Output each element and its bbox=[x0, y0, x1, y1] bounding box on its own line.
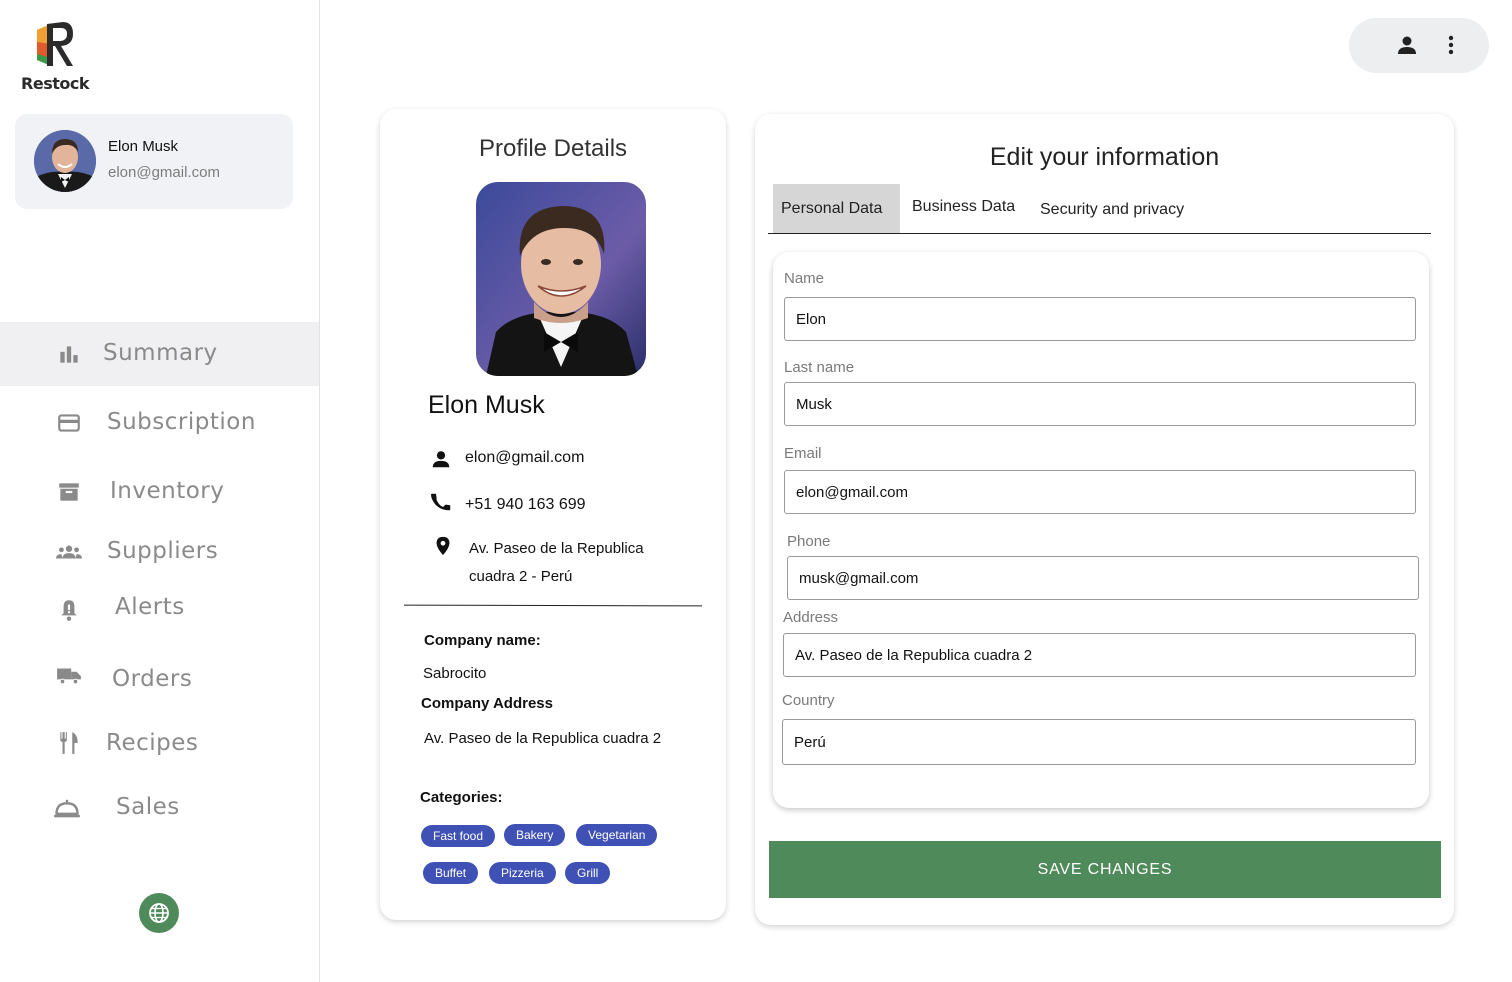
name-field[interactable] bbox=[784, 297, 1416, 341]
address-label: Address bbox=[783, 609, 839, 626]
bell-alert-icon bbox=[61, 600, 77, 621]
profile-photo bbox=[476, 182, 646, 376]
tab-personal-data[interactable]: Personal Data bbox=[773, 184, 900, 234]
truck-icon bbox=[57, 668, 81, 685]
account-icon[interactable] bbox=[1395, 33, 1419, 57]
sidebar-item-label: Subscription bbox=[107, 409, 256, 435]
edit-title: Edit your information bbox=[989, 143, 1220, 171]
user-email: elon@gmail.com bbox=[108, 164, 220, 181]
globe-icon bbox=[149, 903, 169, 923]
phone-field[interactable] bbox=[787, 556, 1419, 600]
location-pin-icon bbox=[436, 536, 450, 556]
avatar bbox=[34, 130, 96, 192]
app-logo[interactable]: Restock bbox=[20, 18, 90, 93]
email-field[interactable] bbox=[784, 470, 1416, 514]
tab-security-privacy[interactable]: Security and privacy bbox=[1032, 185, 1192, 235]
sidebar-item-label: Inventory bbox=[110, 478, 225, 504]
edit-card: Edit your information Personal Data Busi… bbox=[755, 114, 1454, 925]
country-field[interactable] bbox=[782, 719, 1416, 765]
sidebar-item-label: Recipes bbox=[106, 730, 199, 756]
personal-data-form: Name Last name Email Phone Address Count… bbox=[773, 252, 1429, 808]
category-chip[interactable]: Vegetarian bbox=[576, 824, 658, 846]
divider bbox=[403, 604, 703, 607]
sidebar-item-alerts[interactable]: Alerts bbox=[0, 578, 319, 642]
sidebar-item-suppliers[interactable]: Suppliers bbox=[0, 520, 319, 584]
sidebar-item-summary[interactable]: Summary bbox=[0, 322, 319, 386]
profile-phone: +51 940 163 699 bbox=[465, 496, 586, 513]
sidebar-item-label: Alerts bbox=[115, 594, 185, 620]
sidebar-item-inventory[interactable]: Inventory bbox=[0, 460, 319, 524]
fork-knife-icon bbox=[60, 732, 78, 754]
restock-logo-icon bbox=[37, 22, 73, 66]
category-chip[interactable]: Grill bbox=[565, 862, 611, 884]
company-name-value: Sabrocito bbox=[423, 665, 487, 682]
company-name-label: Company name: bbox=[424, 632, 541, 649]
category-chip[interactable]: Buffet bbox=[423, 862, 479, 884]
user-name: Elon Musk bbox=[108, 138, 179, 155]
save-changes-button[interactable]: SAVE CHANGES bbox=[769, 841, 1441, 898]
category-chip[interactable]: Bakery bbox=[504, 824, 566, 846]
sidebar: Restock Elon Musk elon@gmail.com Summary bbox=[0, 0, 320, 982]
phone-label: Phone bbox=[787, 533, 831, 550]
category-chip[interactable]: Fast food bbox=[421, 825, 496, 847]
sidebar-item-subscription[interactable]: Subscription bbox=[0, 391, 319, 455]
room-service-icon bbox=[54, 799, 80, 818]
tab-business-data[interactable]: Business Data bbox=[904, 182, 1023, 232]
country-label: Country bbox=[782, 692, 835, 709]
category-chip[interactable]: Pizzeria bbox=[489, 862, 556, 884]
profile-address: Av. Paseo de la Republica cuadra 2 - Per… bbox=[469, 540, 644, 585]
more-vertical-icon[interactable] bbox=[1439, 33, 1463, 57]
address-field[interactable] bbox=[783, 633, 1416, 677]
tabs-underline bbox=[768, 233, 1431, 234]
profile-email: elon@gmail.com bbox=[465, 449, 585, 466]
email-label: Email bbox=[784, 445, 822, 462]
phone-icon bbox=[431, 493, 451, 511]
company-address-value: Av. Paseo de la Republica cuadra 2 bbox=[424, 730, 662, 747]
name-label: Name bbox=[784, 270, 825, 287]
categories-label: Categories: bbox=[420, 789, 503, 806]
user-card[interactable]: Elon Musk elon@gmail.com bbox=[15, 114, 293, 209]
credit-card-icon bbox=[58, 414, 80, 432]
sidebar-item-label: Suppliers bbox=[107, 538, 219, 564]
profile-title: Profile Details bbox=[478, 135, 628, 162]
sidebar-item-label: Sales bbox=[116, 794, 180, 820]
archive-box-icon bbox=[59, 483, 79, 501]
sidebar-item-sales[interactable]: Sales bbox=[0, 776, 319, 840]
top-actions bbox=[1349, 18, 1489, 73]
sidebar-item-label: Orders bbox=[112, 666, 193, 692]
sidebar-item-orders[interactable]: Orders bbox=[0, 648, 319, 712]
last-name-field[interactable] bbox=[784, 382, 1416, 426]
group-icon bbox=[56, 545, 82, 559]
language-button[interactable] bbox=[139, 893, 179, 933]
sidebar-item-recipes[interactable]: Recipes bbox=[0, 712, 319, 776]
profile-card: Profile Details Elon Musk elon@gmail.com bbox=[380, 109, 726, 920]
app-name: Restock bbox=[21, 74, 89, 93]
person-icon bbox=[432, 451, 450, 468]
profile-name: Elon Musk bbox=[428, 391, 545, 419]
sidebar-item-label: Summary bbox=[103, 340, 218, 366]
company-address-label: Company Address bbox=[421, 695, 553, 712]
bar-chart-icon bbox=[60, 346, 78, 363]
last-name-label: Last name bbox=[784, 359, 855, 376]
